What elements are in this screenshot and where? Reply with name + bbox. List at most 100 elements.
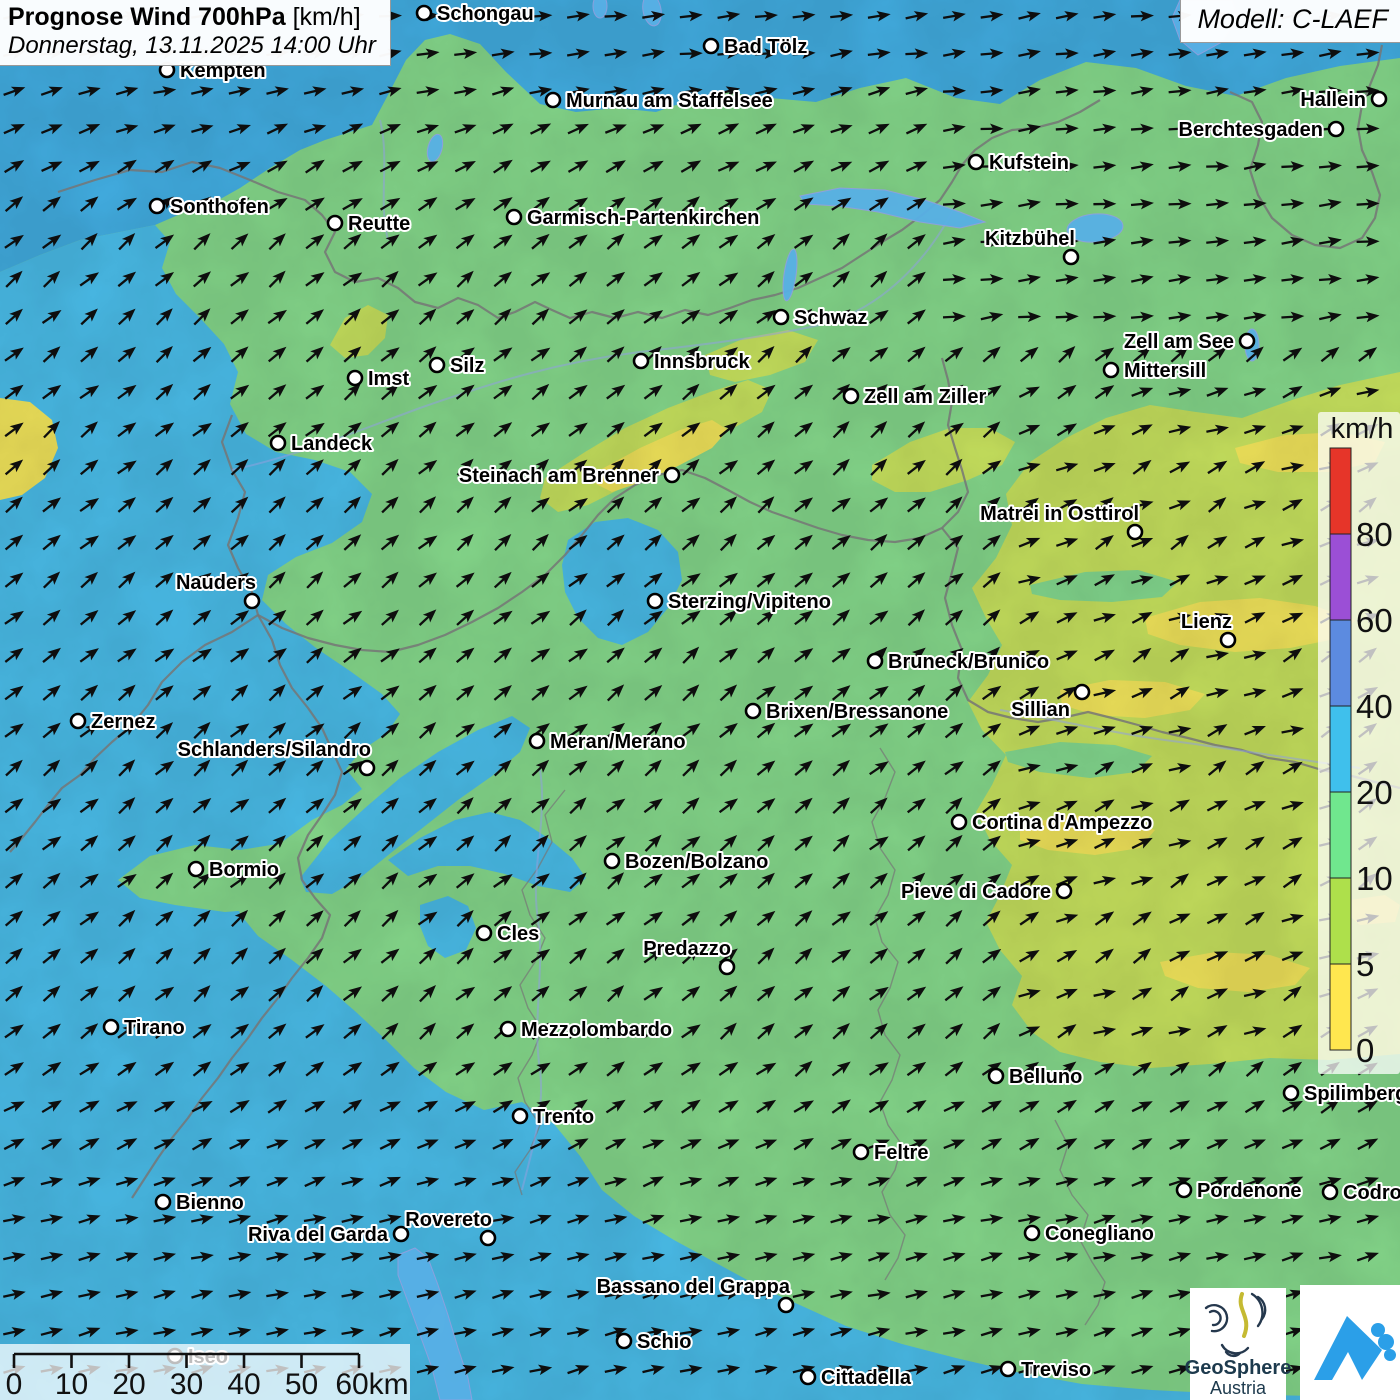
city-label: Tirano (124, 1017, 185, 1039)
city-label: Cles (497, 923, 539, 945)
city-label: Feltre (874, 1142, 928, 1164)
title-box: Prognose Wind 700hPa [km/h] Donnerstag, … (0, 0, 391, 66)
city-label: Sonthofen (170, 196, 269, 218)
city-marker (189, 862, 203, 876)
city-marker (1075, 685, 1089, 699)
city-marker (530, 734, 544, 748)
city-label: Pieve di Cadore (901, 881, 1051, 903)
city-label: Brixen/Bressanone (766, 701, 948, 723)
forecast-title-main: Prognose Wind 700hPa (8, 3, 286, 31)
city-marker (1221, 633, 1235, 647)
city-label: Steinach am Brenner (459, 465, 659, 487)
city-label: Predazzo (643, 938, 731, 960)
city-label: Berchtesgaden (1179, 119, 1324, 141)
city-label: Nauders (176, 572, 256, 594)
city-marker (417, 6, 431, 20)
city-marker (779, 1298, 793, 1312)
city-label: Meran/Merano (550, 731, 686, 753)
lake-ammersee (593, 0, 607, 18)
legend-tick-label: 0 (1356, 1032, 1374, 1069)
city-marker (150, 199, 164, 213)
city-marker (1064, 250, 1078, 264)
city-label: Bienno (176, 1192, 244, 1214)
city-label: Mezzolombardo (521, 1019, 672, 1041)
city-marker (1329, 122, 1343, 136)
city-label: Bozen/Bolzano (625, 851, 768, 873)
city-marker (665, 468, 679, 482)
city-marker (774, 310, 788, 324)
scale-label: 0 (6, 1368, 23, 1400)
city-label: Bad Tölz (724, 36, 807, 58)
city-marker (513, 1109, 527, 1123)
city-marker (1323, 1185, 1337, 1199)
city-marker (481, 1231, 495, 1245)
city-label: Rovereto (405, 1209, 492, 1231)
city-label: Reutte (348, 213, 410, 235)
geosphere-wordmark: GeoSphere (1185, 1357, 1292, 1379)
city-marker (801, 1370, 815, 1384)
legend-tick-label: 20 (1356, 774, 1393, 811)
legend-swatch (1330, 448, 1351, 534)
city-marker (720, 960, 734, 974)
city-label: Mittersill (1124, 360, 1206, 382)
city-label: Zell am Ziller (864, 386, 986, 408)
legend-tick-label: 60 (1356, 602, 1393, 639)
city-marker (634, 354, 648, 368)
city-label: Zell am See (1124, 331, 1234, 353)
legend-swatch (1330, 964, 1351, 1050)
legend-tick-label: 80 (1356, 516, 1393, 553)
city-marker (854, 1145, 868, 1159)
legend-swatch (1330, 706, 1351, 792)
forecast-title: Prognose Wind 700hPa [km/h] (8, 3, 376, 32)
city-marker (704, 39, 718, 53)
city-label: Murnau am Staffelsee (566, 90, 773, 112)
city-label: Bassano del Grappa (597, 1276, 791, 1298)
city-label: Innsbruck (654, 351, 750, 373)
city-marker (1372, 92, 1386, 106)
city-marker (328, 216, 342, 230)
city-label: Cittadella (821, 1367, 912, 1389)
city-label: Sterzing/Vipiteno (668, 591, 831, 613)
city-marker (71, 714, 85, 728)
city-label: Hallein (1300, 89, 1366, 111)
city-marker (617, 1334, 631, 1348)
city-label: Sillian (1011, 699, 1070, 721)
city-marker (360, 761, 374, 775)
city-marker (1001, 1362, 1015, 1376)
city-label: Schongau (437, 3, 534, 25)
legend-tick-label: 10 (1356, 860, 1393, 897)
city-label: Conegliano (1045, 1223, 1154, 1245)
weather-map-page: SchongauBad TölzKemptenMurnau am Staffel… (0, 0, 1400, 1400)
city-marker (989, 1069, 1003, 1083)
city-label: Schlanders/Silandro (178, 739, 371, 761)
city-marker (1057, 884, 1071, 898)
city-label: Pordenone (1197, 1180, 1301, 1202)
city-marker (348, 371, 362, 385)
forecast-title-unit: [km/h] (293, 3, 361, 31)
city-marker (868, 654, 882, 668)
scale-label: 10 (55, 1368, 88, 1400)
legend-swatch (1330, 620, 1351, 706)
map-canvas: SchongauBad TölzKemptenMurnau am Staffel… (0, 0, 1400, 1400)
city-marker (501, 1022, 515, 1036)
city-label: Landeck (291, 433, 373, 455)
city-label: Garmisch-Partenkirchen (527, 207, 759, 229)
city-label: Belluno (1009, 1066, 1082, 1088)
city-marker (648, 594, 662, 608)
city-marker (271, 436, 285, 450)
city-label: Schwaz (794, 307, 867, 329)
city-label: Silz (450, 355, 484, 377)
city-marker (952, 815, 966, 829)
legend: km/h 806040201050 (1318, 412, 1400, 1074)
city-label: Bruneck/Brunico (888, 651, 1049, 673)
city-marker (969, 155, 983, 169)
scale-label: 30 (170, 1368, 203, 1400)
city-marker (104, 1020, 118, 1034)
city-marker (477, 926, 491, 940)
scale-label: 50 (285, 1368, 318, 1400)
legend-swatch (1330, 792, 1351, 878)
city-marker (844, 389, 858, 403)
city-label: Riva del Garda (248, 1224, 389, 1246)
city-marker (1025, 1226, 1039, 1240)
scale-label: 40 (227, 1368, 260, 1400)
